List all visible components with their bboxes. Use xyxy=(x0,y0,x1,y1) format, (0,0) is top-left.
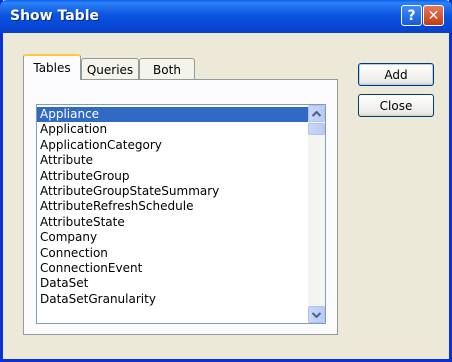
help-button[interactable]: ? xyxy=(401,5,422,26)
list-item[interactable]: Application xyxy=(37,122,309,137)
scroll-thumb[interactable] xyxy=(308,123,325,135)
table-listbox[interactable]: Appliance Application ApplicationCategory A… xyxy=(36,104,326,324)
add-button[interactable]: Add xyxy=(358,63,434,86)
table-list: Appliance Application ApplicationCategory A… xyxy=(37,107,309,307)
list-item[interactable]: DataSet xyxy=(37,276,309,291)
list-item[interactable]: Attribute xyxy=(37,153,309,168)
close-button[interactable]: Close xyxy=(358,94,434,117)
list-item[interactable]: ApplicationCategory xyxy=(37,138,309,153)
list-item[interactable]: AttributeRefreshSchedule xyxy=(37,199,309,214)
scroll-down-button[interactable] xyxy=(308,306,325,323)
close-window-button[interactable]: ✕ xyxy=(423,5,444,26)
tab-both[interactable]: Both xyxy=(139,58,195,80)
window-title: Show Table xyxy=(10,8,99,24)
list-item[interactable]: AttributeGroupStateSummary xyxy=(37,184,309,199)
question-mark-icon: ? xyxy=(407,7,416,24)
list-item[interactable]: ConnectionEvent xyxy=(37,261,309,276)
list-item[interactable]: Company xyxy=(37,230,309,245)
scroll-up-button[interactable] xyxy=(308,105,325,122)
tab-panel: Appliance Application ApplicationCategory A… xyxy=(23,79,338,335)
list-item[interactable]: AttributeGroup xyxy=(37,169,309,184)
list-item[interactable]: Connection xyxy=(37,246,309,261)
list-item[interactable]: AttributeState xyxy=(37,215,309,230)
list-item[interactable]: Appliance xyxy=(37,107,309,123)
chevron-up-icon xyxy=(312,110,321,117)
list-item[interactable]: DataSetGranularity xyxy=(37,292,309,307)
tab-queries[interactable]: Queries xyxy=(81,58,139,80)
tab-tables[interactable]: Tables xyxy=(23,54,81,80)
vertical-scrollbar[interactable] xyxy=(308,105,325,323)
chevron-down-icon xyxy=(312,311,321,318)
title-bar[interactable]: Show Table ? ✕ xyxy=(0,0,452,33)
show-table-dialog: Show Table ? ✕ Tables Queries Both Appli… xyxy=(0,0,452,362)
close-x-icon: ✕ xyxy=(427,7,440,24)
